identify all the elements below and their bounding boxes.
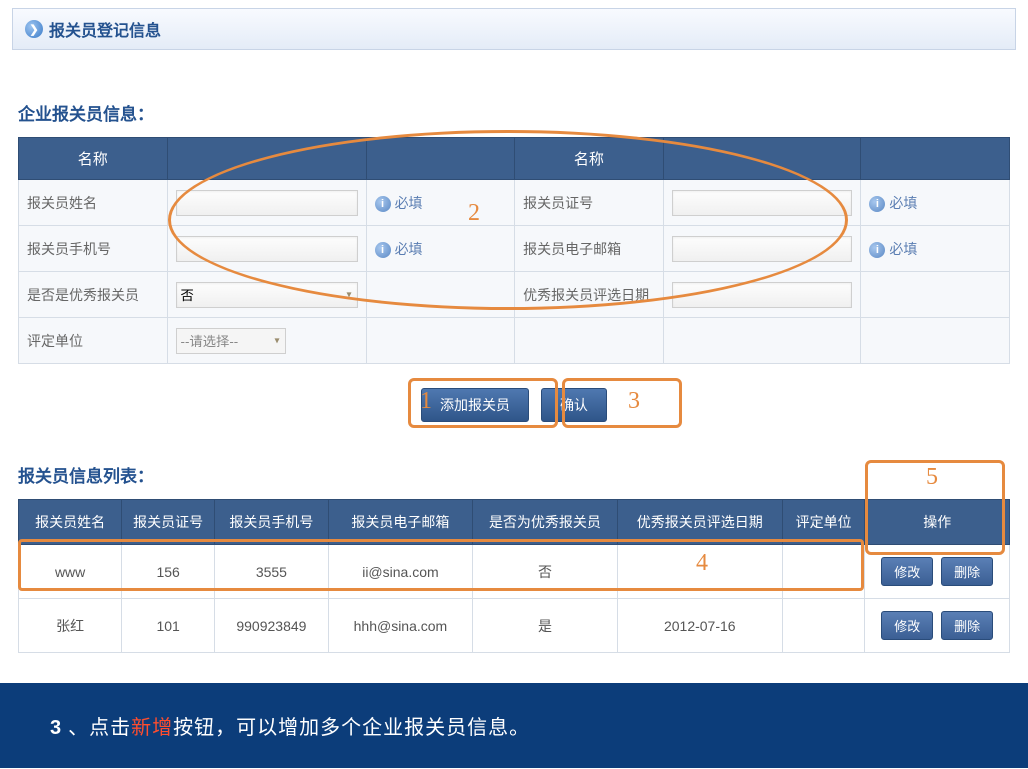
confirm-button[interactable]: 确认 [541,388,607,422]
circle-arrow-icon: ❯ [25,20,43,38]
edit-button[interactable]: 修改 [881,611,933,640]
info-icon: i [375,242,391,258]
info-icon: i [869,196,885,212]
cell-email: hhh@sina.com [328,599,473,653]
cell-ops: 修改 删除 [865,545,1010,599]
page-title: 报关员登记信息 [49,17,161,41]
cell-excellent: 是 [473,599,618,653]
form-section-title: 企业报关员信息： [18,100,1010,125]
cell-email: ii@sina.com [328,545,473,599]
cell-phone: 3555 [215,545,329,599]
hint-excellent [366,272,515,318]
hint-declarant-name: i必填 [366,180,515,226]
cell-date: 2012-07-16 [617,599,782,653]
label-declarant-id: 报关员证号 [515,180,664,226]
cell-unit [782,545,865,599]
annotation-label-3: 3 [628,388,640,415]
list-header-date: 优秀报关员评选日期 [617,500,782,545]
footer-prefix: 点击 [89,717,131,739]
edit-button[interactable]: 修改 [881,557,933,586]
list-header-phone: 报关员手机号 [215,500,329,545]
list-header-email: 报关员电子邮箱 [328,500,473,545]
cell-unit [782,599,865,653]
list-header-ops: 操作 [865,500,1010,545]
form-col-header-2: 名称 [515,138,664,180]
add-declarant-button[interactable]: 添加报关员 [421,388,529,422]
form-button-row: 1 3 添加报关员 确认 [18,388,1010,422]
form-section: 企业报关员信息： 名称 名称 报关员姓名 i必填 报关员证号 i必填 [18,100,1010,422]
footer-instruction: 3 、点击新增按钮，可以增加多个企业报关员信息。 [0,683,1028,768]
list-header-name: 报关员姓名 [19,500,122,545]
input-declarant-phone[interactable] [176,236,358,262]
hint-declarant-phone: i必填 [366,226,515,272]
cell-name: www [19,545,122,599]
list-section: 报关员信息列表： 报关员姓名 报关员证号 报关员手机号 报关员电子邮箱 是否为优… [18,462,1010,653]
cell-date [617,545,782,599]
list-header-unit: 评定单位 [782,500,865,545]
form-col-header-blank3 [663,138,861,180]
table-row: 张红 101 990923849 hhh@sina.com 是 2012-07-… [19,599,1010,653]
form-table: 名称 名称 报关员姓名 i必填 报关员证号 i必填 报关员手机号 i必填 [18,137,1010,364]
label-excellent: 是否是优秀报关员 [19,272,168,318]
list-table: 报关员姓名 报关员证号 报关员手机号 报关员电子邮箱 是否为优秀报关员 优秀报关… [18,499,1010,653]
label-assess-unit: 评定单位 [19,318,168,364]
label-declarant-email: 报关员电子邮箱 [515,226,664,272]
cell-excellent: 否 [473,545,618,599]
form-col-header-blank4 [861,138,1010,180]
info-icon: i [375,196,391,212]
label-excellent-date: 优秀报关员评选日期 [515,272,664,318]
delete-button[interactable]: 删除 [941,557,993,586]
input-declarant-id[interactable] [672,190,853,216]
input-declarant-name[interactable] [176,190,358,216]
form-col-header-blank1 [167,138,366,180]
list-header-id: 报关员证号 [122,500,215,545]
input-declarant-email[interactable] [672,236,853,262]
hint-excellent-date [861,272,1010,318]
select-assess-unit[interactable] [176,328,286,354]
cell-phone: 990923849 [215,599,329,653]
select-excellent[interactable] [176,282,358,308]
label-declarant-phone: 报关员手机号 [19,226,168,272]
footer-number: 3 [50,717,62,739]
form-col-header-1: 名称 [19,138,168,180]
list-header-excellent: 是否为优秀报关员 [473,500,618,545]
hint-declarant-email: i必填 [861,226,1010,272]
page-header: ❯ 报关员登记信息 [12,8,1016,50]
info-icon: i [869,242,885,258]
table-row: www 156 3555 ii@sina.com 否 修改 删除 [19,545,1010,599]
form-col-header-blank2 [366,138,515,180]
input-excellent-date[interactable] [672,282,853,308]
cell-id: 156 [122,545,215,599]
hint-declarant-id: i必填 [861,180,1010,226]
delete-button[interactable]: 删除 [941,611,993,640]
cell-name: 张红 [19,599,122,653]
list-section-title: 报关员信息列表： [18,462,1010,487]
label-declarant-name: 报关员姓名 [19,180,168,226]
footer-highlight: 新增 [131,717,173,739]
footer-sep: 、 [68,717,89,739]
footer-suffix: 按钮，可以增加多个企业报关员信息。 [173,717,530,739]
cell-ops: 修改 删除 [865,599,1010,653]
cell-id: 101 [122,599,215,653]
